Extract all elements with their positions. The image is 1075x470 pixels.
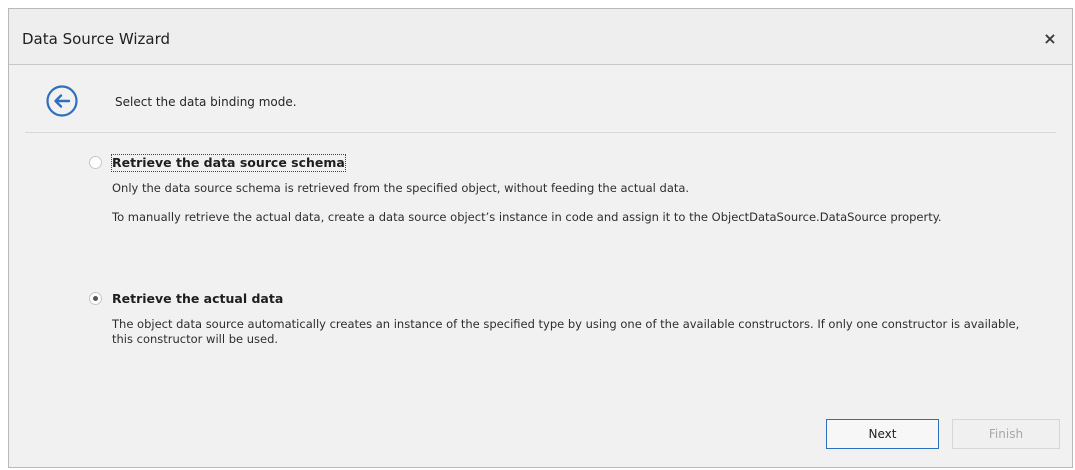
option-retrieve-schema: Retrieve the data source schema Only the… [89, 154, 1032, 225]
wizard-header: Select the data binding mode. [25, 71, 1056, 133]
radio-retrieve-actual-data[interactable]: Retrieve the actual data [89, 291, 1032, 309]
option-label[interactable]: Retrieve the data source schema [111, 154, 346, 172]
finish-button[interactable]: Finish [952, 419, 1060, 449]
page-subtitle: Select the data binding mode. [115, 95, 297, 109]
title-bar: Data Source Wizard × [9, 9, 1072, 65]
back-button[interactable] [45, 84, 79, 118]
option-description: The object data source automatically cre… [112, 317, 1020, 346]
wizard-window: Data Source Wizard × Select the data bin… [8, 8, 1073, 468]
close-button[interactable]: × [1040, 29, 1060, 49]
option-description: Only the data source schema is retrieved… [112, 181, 690, 195]
option-retrieve-actual-data: Retrieve the actual data The object data… [89, 291, 1032, 347]
radio-retrieve-schema[interactable]: Retrieve the data source schema [89, 154, 1032, 173]
option-label[interactable]: Retrieve the actual data [112, 291, 283, 307]
radio-button-checked[interactable] [89, 292, 102, 305]
option-description: To manually retrieve the actual data, cr… [112, 210, 942, 224]
window-title: Data Source Wizard [22, 30, 171, 48]
radio-button-unchecked[interactable] [89, 156, 102, 169]
next-button[interactable]: Next [826, 419, 939, 449]
circle-arrow-left-icon [46, 85, 78, 117]
